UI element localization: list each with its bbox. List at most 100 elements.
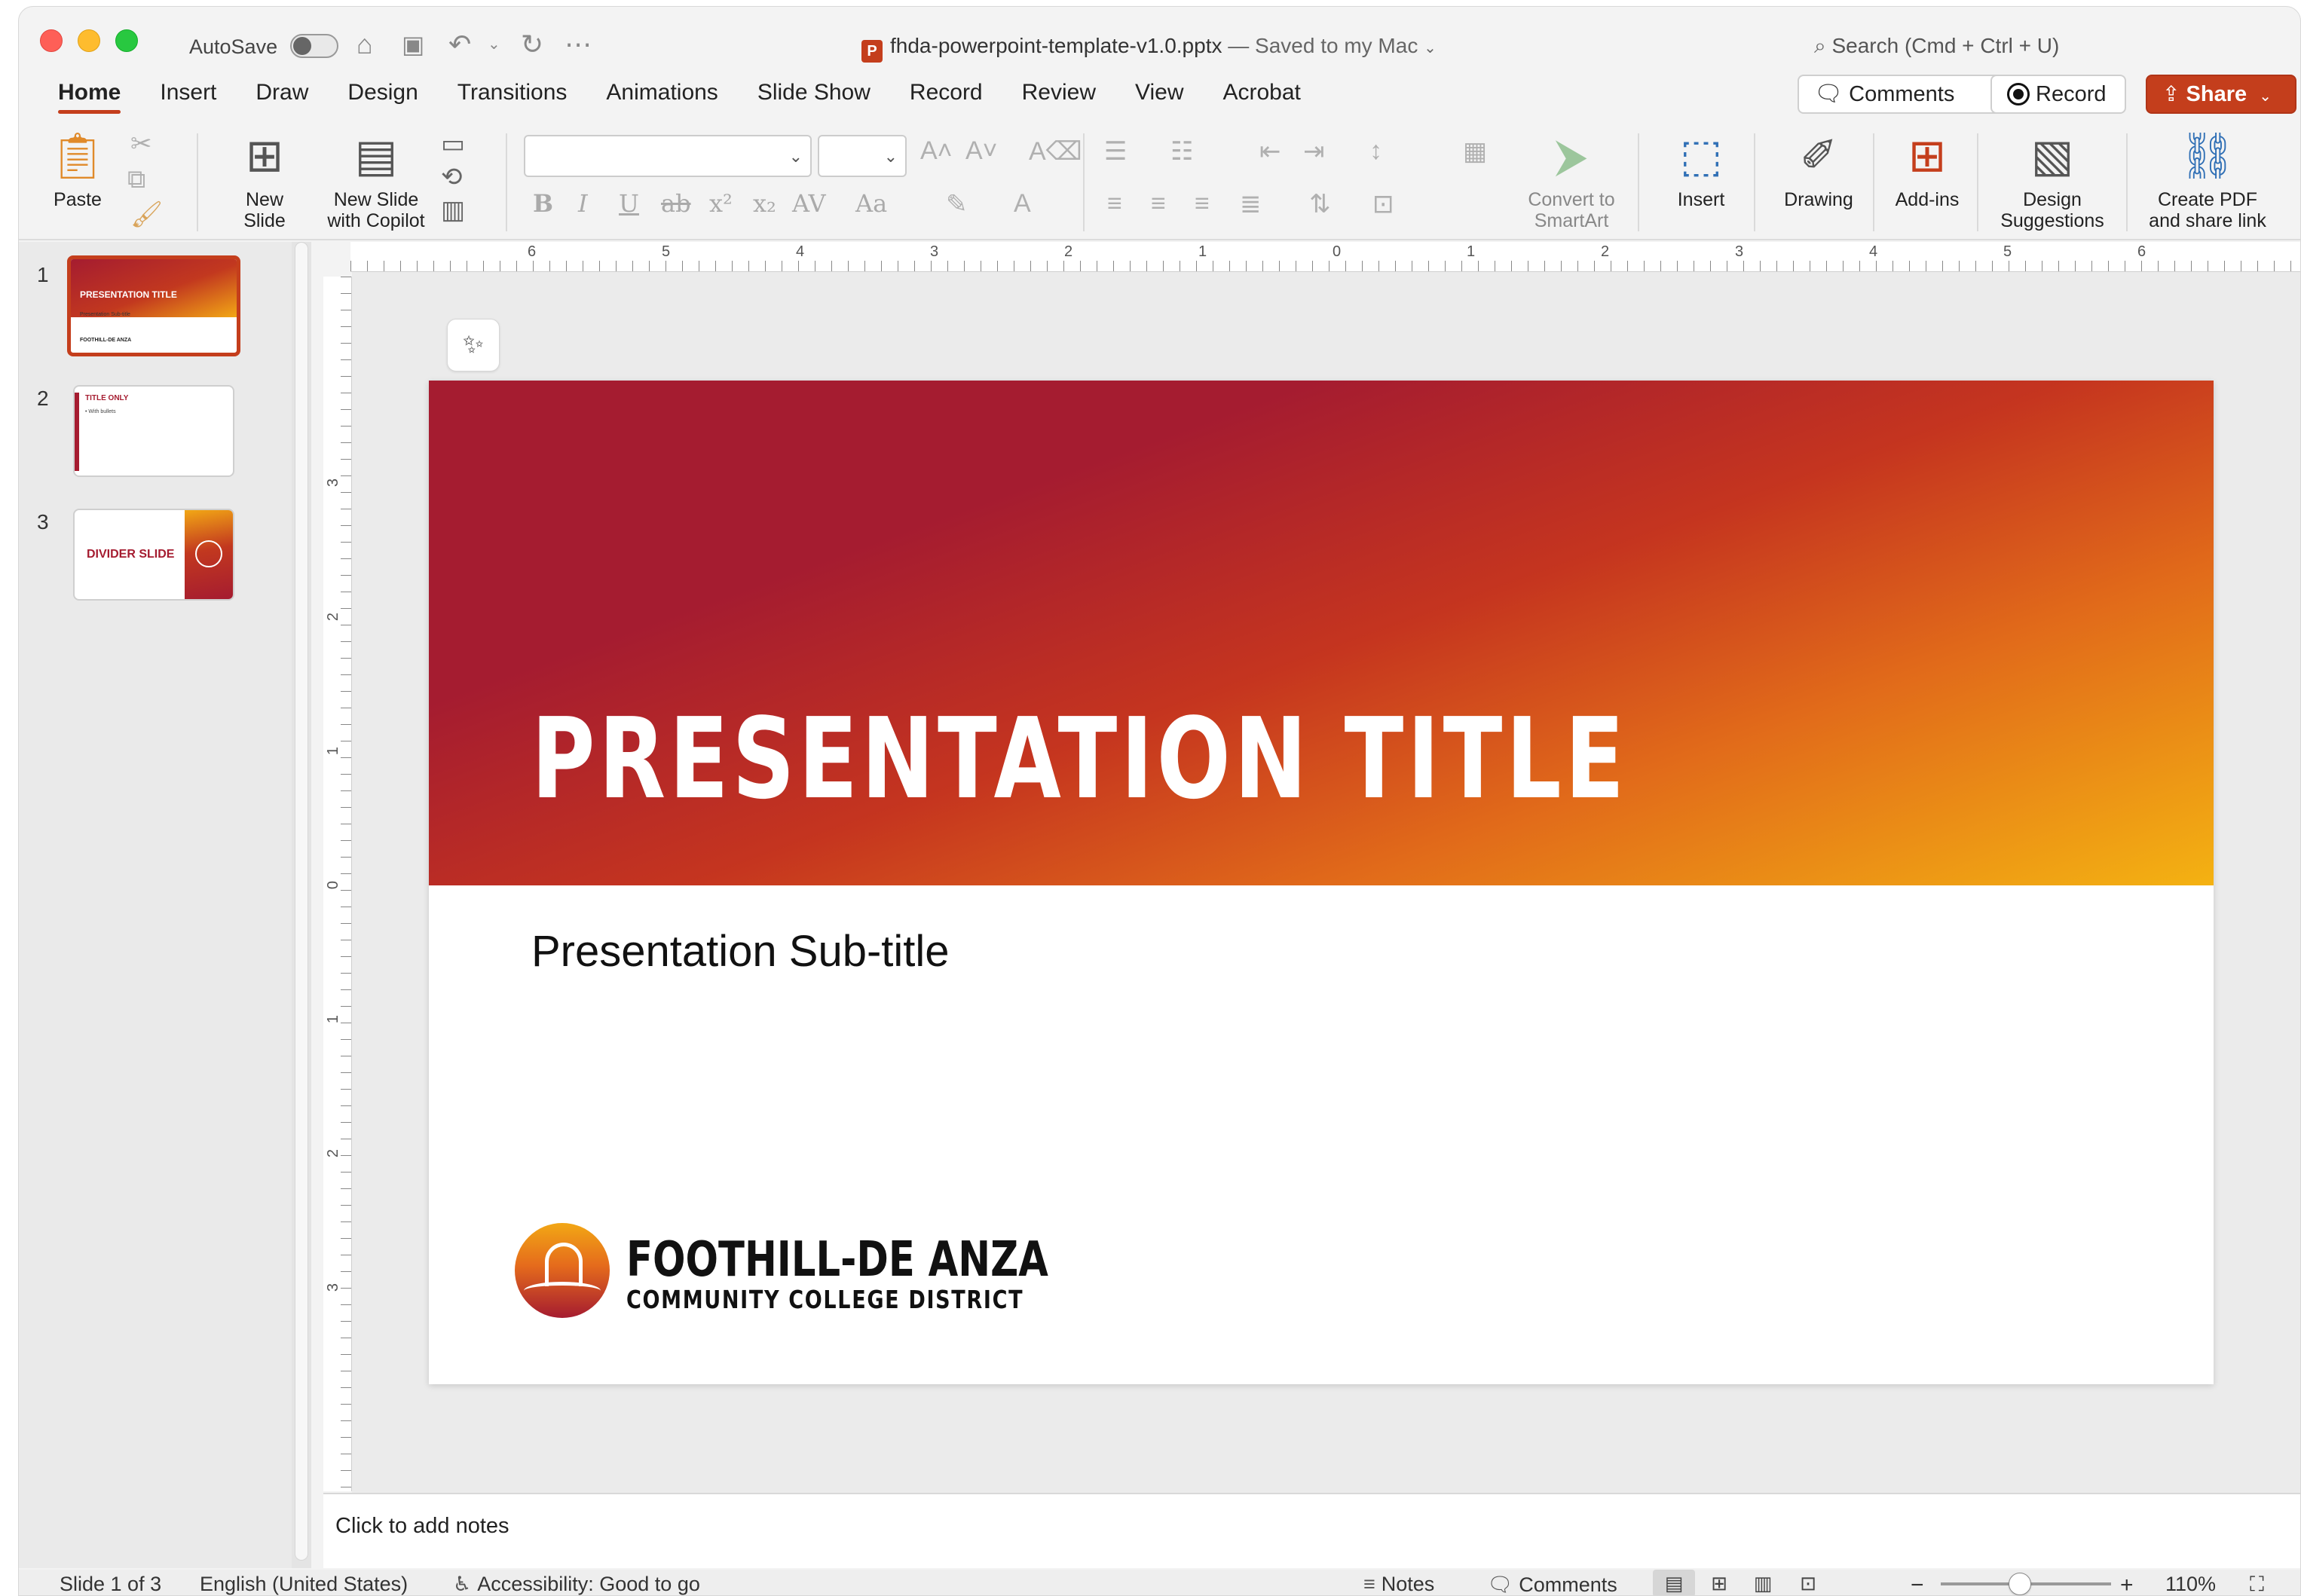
- document-title[interactable]: Pfhda-powerpoint-template-v1.0.pptx — Sa…: [861, 34, 1437, 63]
- highlight-icon[interactable]: ✎: [946, 189, 968, 219]
- align-center-icon[interactable]: ≡: [1151, 189, 1166, 219]
- minimize-window-button[interactable]: [78, 29, 100, 52]
- notes-pane[interactable]: Click to add notes: [323, 1493, 2300, 1568]
- new-slide-button[interactable]: ⊞ New Slide: [219, 129, 310, 231]
- language-status[interactable]: English (United States): [200, 1573, 408, 1595]
- slideshow-view-button[interactable]: ⊡: [1787, 1570, 1829, 1595]
- font-size-select[interactable]: ⌄: [818, 135, 907, 177]
- record-button[interactable]: Record: [1990, 75, 2126, 114]
- designer-ideas-button[interactable]: ✨︎: [447, 319, 500, 371]
- thumbnail-scrollbar[interactable]: [292, 242, 311, 1568]
- tab-acrobat[interactable]: Acrobat: [1203, 78, 1320, 115]
- copy-icon[interactable]: ⧉: [127, 165, 145, 194]
- zoom-level[interactable]: 110%: [2165, 1573, 2216, 1595]
- undo-dropdown-icon[interactable]: ⌄: [488, 29, 500, 60]
- zoom-in-button[interactable]: +: [2120, 1573, 2134, 1595]
- justify-icon[interactable]: ≣: [1240, 189, 1262, 219]
- redo-icon[interactable]: ↻: [521, 29, 543, 60]
- current-slide[interactable]: PRESENTATION TITLE Presentation Sub-titl…: [429, 381, 2214, 1384]
- character-spacing-button[interactable]: AV: [792, 189, 826, 218]
- book-icon: ▥: [1753, 1572, 1773, 1594]
- align-right-icon[interactable]: ≡: [1195, 189, 1210, 219]
- notes-toggle[interactable]: ≡ Notes: [1363, 1573, 1434, 1595]
- subscript-button[interactable]: x₂: [753, 189, 776, 218]
- columns-icon[interactable]: ▦: [1463, 136, 1487, 167]
- tab-animations[interactable]: Animations: [586, 78, 737, 115]
- reading-view-button[interactable]: ▥: [1742, 1570, 1784, 1595]
- slide-thumbnail-2[interactable]: TITLE ONLY • With bullets: [73, 385, 234, 477]
- drawing-button[interactable]: ✐ Drawing: [1772, 129, 1865, 210]
- tab-slide-show[interactable]: Slide Show: [738, 78, 890, 115]
- insert-button[interactable]: ⬚ Insert: [1659, 129, 1743, 210]
- comments-toggle[interactable]: 🗨︎ Comments: [1487, 1573, 1617, 1595]
- tab-draw[interactable]: Draw: [236, 78, 328, 115]
- align-text-icon[interactable]: ⊡: [1372, 189, 1394, 219]
- decrease-font-icon[interactable]: A˅: [965, 136, 998, 166]
- comment-icon: 🗨︎: [1814, 81, 1844, 106]
- comments-button[interactable]: 🗨︎ Comments: [1798, 75, 2016, 114]
- layout-icon[interactable]: ▭: [441, 129, 465, 159]
- strikethrough-button[interactable]: ab: [661, 189, 691, 218]
- bullets-icon[interactable]: ☰: [1104, 136, 1127, 167]
- paste-button[interactable]: 📋︎ Paste: [40, 129, 115, 210]
- tab-review[interactable]: Review: [1002, 78, 1115, 115]
- change-case-button[interactable]: Aa: [855, 189, 887, 218]
- slide-subtitle[interactable]: Presentation Sub-title: [531, 926, 950, 977]
- slide-position: Slide 1 of 3: [60, 1573, 162, 1595]
- text-direction-icon[interactable]: ⇅: [1309, 189, 1331, 219]
- font-name-select[interactable]: ⌄: [524, 135, 812, 177]
- section-icon[interactable]: ▥: [441, 195, 465, 225]
- home-icon[interactable]: ⌂: [356, 29, 373, 60]
- fit-slide-icon[interactable]: ⛶: [2250, 1573, 2264, 1595]
- tab-design[interactable]: Design: [328, 78, 437, 115]
- format-painter-icon[interactable]: 🖌︎: [130, 200, 163, 230]
- accessibility-status[interactable]: ♿︎ Accessibility: Good to go: [453, 1573, 700, 1595]
- ribbon-home: 📋︎ Paste ✂ ⧉ 🖌︎ ⊞ New Slide ▤ New Slide …: [19, 120, 2300, 240]
- create-pdf-button[interactable]: ⛓︎ Create PDF and share link: [2140, 129, 2275, 231]
- line-spacing-icon[interactable]: ↕: [1369, 136, 1382, 166]
- reset-icon[interactable]: ⟲: [441, 162, 463, 192]
- clear-formatting-icon[interactable]: A⌫: [1029, 136, 1082, 167]
- search-field[interactable]: ⌕ Search (Cmd + Ctrl + U): [1814, 34, 2059, 59]
- tab-insert[interactable]: Insert: [140, 78, 236, 115]
- tab-view[interactable]: View: [1115, 78, 1203, 115]
- powerpoint-file-icon: P: [861, 40, 883, 63]
- save-status: — Saved to my Mac: [1228, 34, 1418, 57]
- more-icon[interactable]: ⋯: [565, 29, 592, 60]
- zoom-slider-handle[interactable]: [2009, 1573, 2031, 1595]
- decrease-indent-icon[interactable]: ⇤: [1259, 136, 1281, 167]
- zoom-out-button[interactable]: −: [1911, 1573, 1924, 1595]
- new-slide-copilot-button[interactable]: ▤ New Slide with Copilot: [308, 129, 444, 231]
- design-suggestions-button[interactable]: ▧ Design Suggestions: [1992, 129, 2113, 231]
- bold-button[interactable]: B: [533, 189, 553, 218]
- close-window-button[interactable]: [40, 29, 63, 52]
- undo-icon[interactable]: ↶: [448, 29, 471, 60]
- align-left-icon[interactable]: ≡: [1107, 189, 1122, 219]
- save-icon[interactable]: ▣: [402, 29, 424, 60]
- tab-home[interactable]: Home: [38, 78, 140, 115]
- slide-title[interactable]: PRESENTATION TITLE: [531, 694, 1628, 824]
- increase-indent-icon[interactable]: ⇥: [1303, 136, 1325, 167]
- superscript-button[interactable]: x²: [709, 189, 733, 218]
- add-ins-button[interactable]: ⊞ Add-ins: [1888, 129, 1966, 210]
- slide-sorter-button[interactable]: ⊞: [1698, 1570, 1740, 1595]
- convert-to-smartart-button[interactable]: ⮞ Convert to SmartArt: [1519, 129, 1624, 231]
- autosave-toggle[interactable]: [290, 34, 338, 58]
- font-color-icon[interactable]: A: [1014, 189, 1031, 219]
- zoom-window-button[interactable]: [115, 29, 138, 52]
- italic-button[interactable]: I: [578, 189, 588, 218]
- tab-record[interactable]: Record: [890, 78, 1002, 115]
- notes-icon: ≡: [1363, 1573, 1375, 1595]
- share-icon: ⇪: [2162, 82, 2180, 105]
- share-button[interactable]: ⇪ Share ⌄: [2146, 75, 2296, 114]
- slide-thumbnail-1[interactable]: PRESENTATION TITLE Presentation Sub-titl…: [67, 255, 240, 356]
- slide-thumbnail-3[interactable]: DIVIDER SLIDE: [73, 509, 234, 601]
- cut-icon[interactable]: ✂: [130, 129, 152, 159]
- underline-button[interactable]: U: [619, 189, 639, 218]
- increase-font-icon[interactable]: A˄: [920, 136, 953, 166]
- normal-view-button[interactable]: ▤: [1653, 1570, 1695, 1595]
- search-placeholder: Search (Cmd + Ctrl + U): [1831, 34, 2060, 57]
- ribbon-tabs: Home Insert Draw Design Transitions Anim…: [38, 78, 1320, 115]
- tab-transitions[interactable]: Transitions: [438, 78, 587, 115]
- numbering-icon[interactable]: ☷: [1170, 136, 1193, 167]
